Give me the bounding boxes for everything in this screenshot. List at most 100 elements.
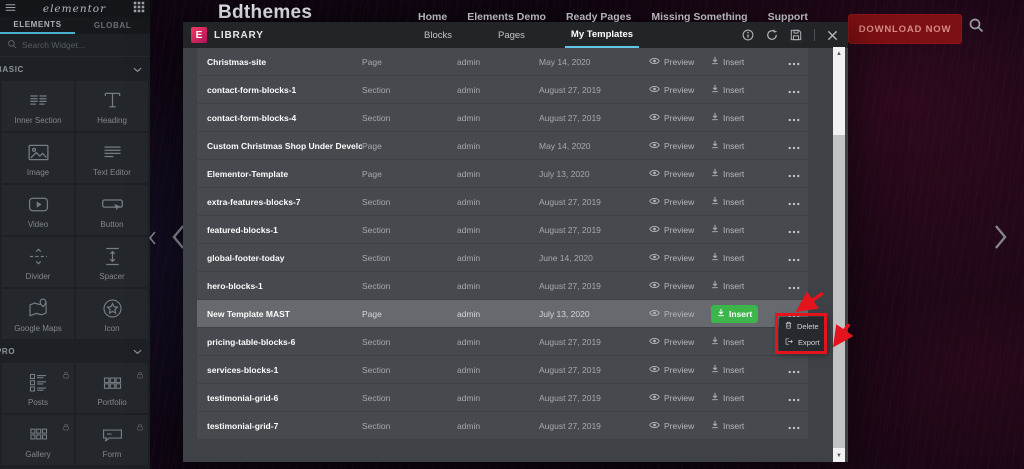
preview-button[interactable]: Preview (649, 57, 705, 67)
widget-divider[interactable]: Divider (2, 237, 74, 287)
template-row[interactable]: Elementor-Template Page admin July 13, 2… (197, 160, 808, 187)
preview-button[interactable]: Preview (649, 421, 705, 431)
lock-icon (136, 366, 144, 384)
search-widget-input[interactable] (22, 40, 132, 50)
search-icon[interactable] (968, 17, 984, 38)
template-row[interactable]: featured-blocks-1 Section admin August 2… (197, 216, 808, 243)
library-tab-blocks[interactable]: Blocks (418, 22, 458, 48)
insert-button[interactable]: Insert (705, 81, 779, 99)
panel-collapse-icon[interactable] (149, 231, 156, 250)
more-options-button[interactable] (779, 53, 808, 71)
widget-form[interactable]: Form (76, 415, 148, 465)
hamburger-icon[interactable] (5, 0, 16, 18)
insert-icon (711, 224, 719, 235)
section-header-basic[interactable]: BASIC (0, 57, 150, 81)
insert-icon (711, 336, 719, 347)
insert-button[interactable]: Insert (705, 193, 779, 211)
template-name: New Template MAST (197, 309, 362, 319)
widget-gallery[interactable]: Gallery (2, 415, 74, 465)
insert-button[interactable]: Insert (705, 361, 779, 379)
template-row[interactable]: extra-features-blocks-7 Section admin Au… (197, 188, 808, 215)
template-row[interactable]: global-footer-today Section admin June 1… (197, 244, 808, 271)
template-row[interactable]: contact-form-blocks-4 Section admin Augu… (197, 104, 808, 131)
insert-button[interactable]: Insert (705, 109, 779, 127)
preview-button[interactable]: Preview (649, 337, 705, 347)
preview-button[interactable]: Preview (649, 85, 705, 95)
library-tab-my-templates[interactable]: My Templates (565, 22, 639, 48)
scroll-down-button[interactable]: ▼ (833, 449, 845, 462)
more-options-button[interactable] (779, 193, 808, 211)
insert-button[interactable]: Insert (705, 305, 779, 323)
apps-grid-icon[interactable] (133, 0, 145, 18)
sync-icon[interactable] (766, 29, 778, 41)
close-icon[interactable] (827, 30, 838, 41)
widget-portfolio[interactable]: Portfolio (76, 363, 148, 413)
more-options-button[interactable] (779, 361, 808, 379)
template-row[interactable]: hero-blocks-1 Section admin August 27, 2… (197, 272, 808, 299)
site-logo[interactable]: Bdthemes (218, 2, 312, 24)
widget-icon[interactable]: Icon (76, 289, 148, 339)
preview-button[interactable]: Preview (649, 365, 705, 375)
template-row[interactable]: Custom Christmas Shop Under Development … (197, 132, 808, 159)
more-options-button[interactable] (779, 165, 808, 183)
preview-button[interactable]: Preview (649, 141, 705, 151)
template-row[interactable]: Christmas-site Page admin May 14, 2020 P… (197, 48, 808, 75)
template-row[interactable]: services-blocks-1 Section admin August 2… (197, 356, 808, 383)
scroll-thumb[interactable] (833, 135, 845, 448)
ellipsis-icon (788, 109, 800, 127)
template-row[interactable]: New Template MAST Page admin July 13, 20… (197, 300, 808, 327)
widget-google-maps[interactable]: Google Maps (2, 289, 74, 339)
more-options-button[interactable] (779, 137, 808, 155)
widget-spacer[interactable]: Spacer (76, 237, 148, 287)
preview-button[interactable]: Preview (649, 281, 705, 291)
insert-button[interactable]: Insert (705, 277, 779, 295)
insert-icon (717, 308, 725, 319)
tab-global[interactable]: GLOBAL (75, 17, 150, 34)
carousel-next-icon[interactable] (994, 224, 1007, 255)
widget-button[interactable]: Button (76, 185, 148, 235)
widget-video[interactable]: Video (2, 185, 74, 235)
more-options-button[interactable] (779, 417, 808, 435)
library-tab-pages[interactable]: Pages (492, 22, 531, 48)
preview-button[interactable]: Preview (649, 169, 705, 179)
widget-heading[interactable]: Heading (76, 81, 148, 131)
more-options-button[interactable] (779, 81, 808, 99)
insert-button[interactable]: Insert (705, 417, 779, 435)
template-row[interactable]: contact-form-blocks-1 Section admin Augu… (197, 76, 808, 103)
widget-image[interactable]: Image (2, 133, 74, 183)
preview-button[interactable]: Preview (649, 113, 705, 123)
gallery-icon (26, 421, 51, 447)
insert-button[interactable]: Insert (705, 249, 779, 267)
more-options-button[interactable] (779, 109, 808, 127)
download-now-button[interactable]: DOWNLOAD NOW (848, 14, 962, 44)
preview-button[interactable]: Preview (649, 309, 705, 319)
insert-button[interactable]: Insert (705, 389, 779, 407)
template-author: admin (457, 393, 539, 403)
template-row[interactable]: testimonial-grid-7 Section admin August … (197, 412, 808, 439)
tab-elements[interactable]: ELEMENTS (0, 17, 75, 34)
insert-button[interactable]: Insert (705, 165, 779, 183)
insert-button[interactable]: Insert (705, 53, 779, 71)
widget-text-editor[interactable]: Text Editor (76, 133, 148, 183)
modal-scrollbar[interactable]: ▲ ▼ (833, 47, 845, 462)
more-options-button[interactable] (779, 389, 808, 407)
info-icon[interactable] (742, 29, 754, 41)
preview-button[interactable]: Preview (649, 253, 705, 263)
template-row[interactable]: testimonial-grid-6 Section admin August … (197, 384, 808, 411)
preview-button[interactable]: Preview (649, 393, 705, 403)
insert-button[interactable]: Insert (705, 221, 779, 239)
widget-posts[interactable]: Posts (2, 363, 74, 413)
scroll-up-button[interactable]: ▲ (833, 47, 845, 60)
more-options-button[interactable] (779, 277, 808, 295)
section-header-pro[interactable]: PRO (0, 339, 150, 363)
widget-inner-section[interactable]: Inner Section (2, 81, 74, 131)
more-options-button[interactable] (779, 221, 808, 239)
google-maps-icon (26, 295, 51, 321)
preview-button[interactable]: Preview (649, 225, 705, 235)
template-row[interactable]: pricing-table-blocks-6 Section admin Aug… (197, 328, 808, 355)
save-icon[interactable] (790, 29, 802, 41)
insert-button[interactable]: Insert (705, 137, 779, 155)
insert-button[interactable]: Insert (705, 333, 779, 351)
preview-button[interactable]: Preview (649, 197, 705, 207)
more-options-button[interactable] (779, 249, 808, 267)
